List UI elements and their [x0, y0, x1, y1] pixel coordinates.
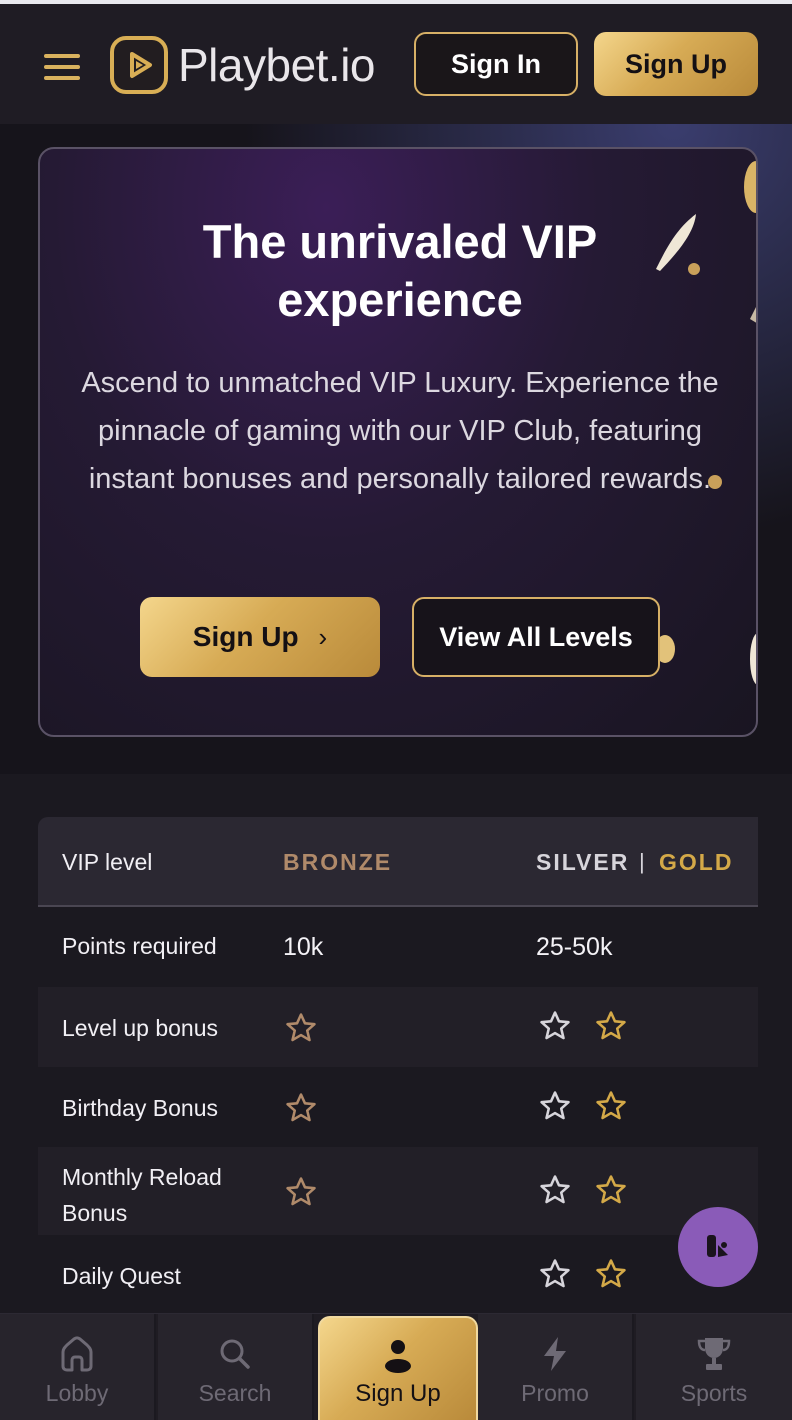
- table-row: Daily Quest: [38, 1235, 758, 1315]
- row-label: Daily Quest: [62, 1263, 181, 1289]
- chevron-right-icon: ›: [318, 621, 328, 652]
- row-label: Birthday Bonus: [62, 1095, 218, 1121]
- vip-level-header: VIP level: [62, 849, 153, 875]
- table-row: Points required 10k 25-50k: [38, 907, 758, 987]
- play-logo-icon: [110, 36, 168, 94]
- silver-star-icon: [540, 1259, 570, 1288]
- table-header: VIP level BRONZE SILVER | GOLD: [38, 817, 758, 907]
- silver-gold-value: 25-50k: [536, 933, 613, 961]
- hero-description: Ascend to unmatched VIP Luxury. Experien…: [81, 367, 719, 495]
- user-icon: [385, 1340, 411, 1373]
- gold-star-icon: [596, 1011, 626, 1040]
- nav-item-sign-up[interactable]: Sign Up: [318, 1316, 478, 1420]
- nav-label: Promo: [521, 1380, 589, 1406]
- bronze-header[interactable]: BRONZE: [283, 849, 392, 876]
- menu-icon[interactable]: [44, 54, 80, 80]
- bronze-value: 10k: [283, 933, 324, 961]
- gold-coin-icon: [744, 161, 756, 213]
- gold-header[interactable]: GOLD: [659, 849, 733, 876]
- silver-star-icon: [540, 1011, 570, 1040]
- bottom-navigation: Lobby Search Sign Up Promo Sports: [0, 1313, 792, 1420]
- header-separator: |: [639, 849, 645, 874]
- gold-star-icon: [596, 1259, 626, 1288]
- table-row: Birthday Bonus: [38, 1067, 758, 1147]
- row-label: Points required: [62, 933, 217, 959]
- lightning-icon: [544, 1337, 566, 1371]
- nav-item-promo[interactable]: Promo: [478, 1314, 634, 1420]
- table-row: Level up bonus: [38, 987, 758, 1067]
- hero-sign-up-label: Sign Up: [192, 621, 299, 652]
- table-row: Monthly Reload Bonus: [38, 1147, 758, 1235]
- sign-in-button[interactable]: Sign In: [414, 32, 578, 96]
- chat-widget-icon: [707, 1235, 728, 1257]
- view-all-levels-button[interactable]: View All Levels: [412, 597, 660, 677]
- silver-header[interactable]: SILVER: [536, 849, 629, 876]
- top-header: Playbet.io Sign In Sign Up: [0, 4, 792, 124]
- bronze-star-icon: [286, 1177, 316, 1206]
- home-icon: [61, 1336, 93, 1372]
- sign-up-button[interactable]: Sign Up: [594, 32, 758, 96]
- search-icon: [220, 1339, 250, 1369]
- vip-hero-card: The unrivaled VIP experience Ascend to u…: [38, 147, 758, 737]
- confetti-icon: [750, 633, 756, 685]
- gold-star-icon: [596, 1175, 626, 1204]
- nav-label: Sign Up: [355, 1380, 441, 1407]
- nav-item-lobby[interactable]: Lobby: [0, 1314, 156, 1420]
- bronze-star-icon: [286, 1093, 316, 1122]
- brand-logo[interactable]: Playbet.io: [110, 36, 376, 94]
- nav-item-search[interactable]: Search: [158, 1314, 314, 1420]
- trophy-icon: [697, 1338, 731, 1370]
- row-label: Level up bonus: [62, 1015, 219, 1041]
- hero-sign-up-button[interactable]: Sign Up ›: [140, 597, 380, 677]
- support-chat-button[interactable]: [678, 1207, 758, 1287]
- silver-star-icon: [540, 1091, 570, 1120]
- nav-label: Lobby: [45, 1380, 109, 1406]
- row-label: Monthly Reload Bonus: [62, 1164, 222, 1226]
- gold-star-icon: [596, 1091, 626, 1120]
- nav-item-sports[interactable]: Sports: [636, 1314, 792, 1420]
- hero-title: The unrivaled VIP experience: [202, 215, 598, 326]
- nav-label: Search: [198, 1380, 272, 1406]
- brand-name: Playbet.io: [178, 39, 376, 91]
- bronze-star-icon: [286, 1013, 316, 1042]
- vip-levels-table: VIP level BRONZE SILVER | GOLD Points re…: [38, 817, 758, 1315]
- silver-star-icon: [540, 1175, 570, 1204]
- nav-label: Sports: [680, 1380, 748, 1406]
